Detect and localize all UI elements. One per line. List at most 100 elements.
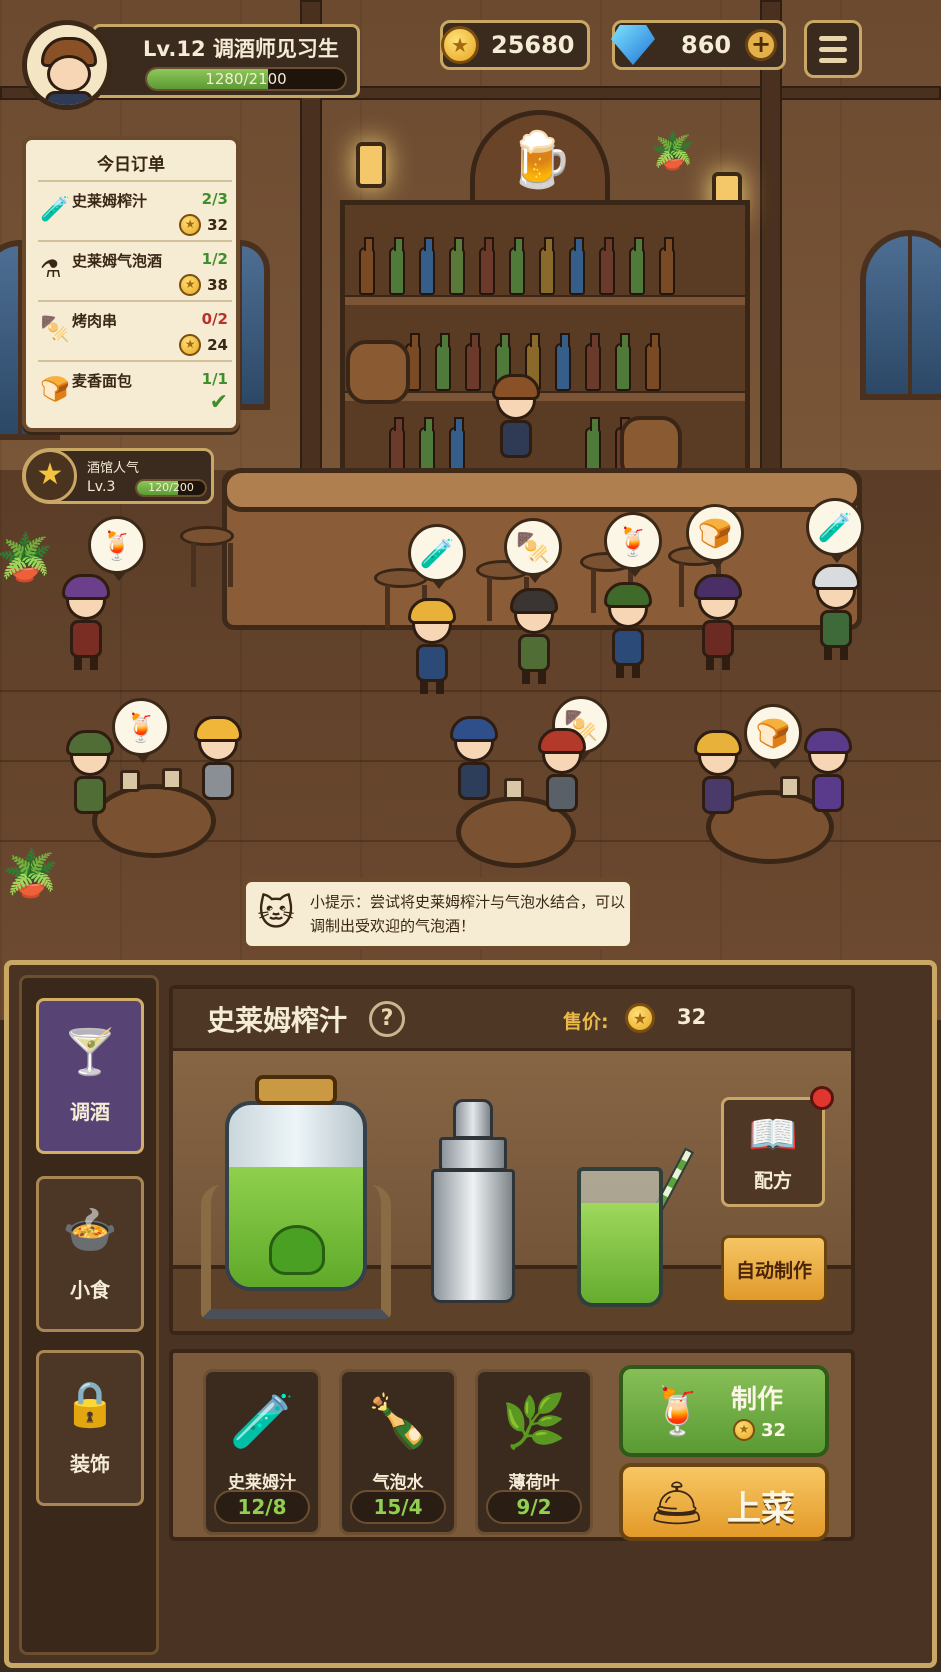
customer-character[interactable] [58, 574, 114, 670]
tab-mixology[interactable]: 🍸 调酒 [36, 998, 144, 1154]
cat-icon: 🐱 [257, 893, 295, 934]
order-bubble-skewer[interactable]: 🍢 [504, 518, 562, 583]
gold-coin-icon: ★ [179, 214, 202, 236]
soda-bottle-icon: 🍾 [365, 1392, 431, 1452]
order-bubble-blue-drink[interactable]: 🧪 [408, 524, 466, 589]
potted-plant: 🪴 [2, 846, 60, 900]
order-reward: ★ 24 [179, 334, 228, 356]
chef-hat-icon: 🍲 [62, 1204, 118, 1256]
order-bubble-blue-drink[interactable]: 🧪 [806, 498, 864, 563]
customer-character[interactable] [690, 730, 746, 826]
price-label: 售价: [563, 1011, 609, 1033]
tavern-popularity[interactable]: ★ 酒馆人气 Lv.3 120/200 [22, 448, 214, 504]
beer-mug-sign: 🍺 [470, 110, 610, 210]
tab-label: 调酒 [70, 1099, 110, 1124]
lock-icon: 🔒 [62, 1378, 118, 1430]
player-level-title: Lv.12 调酒师见习生 [143, 37, 339, 61]
tab-decoration[interactable]: 🔒 装饰 [36, 1350, 144, 1506]
order-bubble-bread[interactable]: 🍞 [686, 504, 744, 569]
tab-label: 装饰 [70, 1451, 110, 1476]
gold-coin-icon: ★ [441, 26, 479, 64]
customer-character[interactable] [446, 716, 502, 812]
wall-lantern [356, 142, 386, 188]
customer-character[interactable] [534, 728, 590, 824]
player-info-panel[interactable]: Lv.12 调酒师见习生 1280/2100 [22, 20, 360, 110]
customer-character[interactable] [62, 730, 118, 826]
player-avatar[interactable] [22, 20, 112, 110]
menu-button[interactable] [804, 20, 862, 78]
order-item[interactable]: 🍢 烤肉串 0/2 ★ 24 [38, 300, 232, 358]
order-progress: 0/2 [201, 310, 228, 328]
mint-leaf-icon: 🌿 [501, 1392, 567, 1452]
recipe-display: 史莱姆榨汁 ? 售价: ★ 32 📖 配方 自动制作 [169, 985, 855, 1335]
service-bell-icon: 🛎 [649, 1478, 705, 1529]
customer-character[interactable] [800, 728, 856, 824]
popularity-level: Lv.3 [87, 479, 116, 495]
add-gems-button[interactable]: + [745, 29, 777, 61]
xp-progress-text: 1280/2100 [205, 70, 287, 88]
tab-snacks[interactable]: 🍲 小食 [36, 1176, 144, 1332]
popularity-progress-bar: 120/200 [135, 479, 207, 497]
green-drink-glass[interactable] [577, 1137, 695, 1307]
auto-craft-button[interactable]: 自动制作 [721, 1235, 827, 1303]
orders-title: 今日订单 [97, 155, 165, 175]
make-cost: ★ 32 [733, 1419, 786, 1441]
hint-tooltip: 🐱 小提示：尝试将史莱姆榨汁与气泡水结合，可以调制出受欢迎的气泡酒！ [242, 878, 634, 950]
cocktail-shaker[interactable] [425, 1099, 521, 1307]
ingredient-tray: 🧪 史莱姆汁 12/8 🍾 气泡水 15/4 🌿 薄荷叶 9/2 🍹 制作 ★ … [169, 1349, 855, 1541]
make-label: 制作 [731, 1385, 784, 1415]
order-bubble-green-drink[interactable]: 🍹 [604, 512, 662, 577]
skewer-icon: 🍢 [40, 315, 70, 343]
bread-icon: 🍞 [40, 375, 70, 403]
recipe-book-button[interactable]: 📖 配方 [721, 1086, 834, 1207]
customer-character[interactable] [600, 582, 656, 678]
xp-progress-bar: 1280/2100 [145, 67, 347, 91]
order-name: 史莱姆榨汁 [72, 192, 148, 210]
order-reward-value: 32 [207, 216, 228, 234]
customer-character[interactable] [690, 574, 746, 670]
checkmark-icon: ✔ [209, 390, 228, 415]
customer-character[interactable] [506, 588, 562, 684]
gold-counter: ★ 25680 [440, 20, 590, 70]
crafting-panel: 🍸 调酒 🍲 小食 🔒 装饰 史莱姆榨汁 ? 售价: ★ 32 📖 配方 自动制… [4, 960, 937, 1668]
customer-character[interactable] [190, 716, 246, 812]
mug [120, 770, 140, 792]
customer-character[interactable] [808, 564, 864, 660]
price-value: 32 [677, 1005, 707, 1029]
potted-plant: 🪴 [0, 530, 54, 584]
order-item[interactable]: 🧪 史莱姆榨汁 2/3 ★ 32 [38, 180, 232, 238]
order-reward: ★ 38 [179, 274, 228, 296]
gold-coin-icon: ★ [179, 274, 202, 296]
order-reward: ★ 32 [179, 214, 228, 236]
order-progress: 2/3 [201, 190, 228, 208]
order-item[interactable]: 🍞 麦香面包 1/1 ✔ [38, 360, 232, 418]
slime-juicer-jar[interactable] [201, 1075, 391, 1323]
green-drink-icon: 🍹 [649, 1384, 707, 1438]
hint-text: 小提示：尝试将史莱姆榨汁与气泡水结合，可以调制出受欢迎的气泡酒！ [310, 893, 626, 935]
make-button[interactable]: 🍹 制作 ★ 32 [619, 1365, 829, 1457]
gem-counter: 860 + [611, 20, 786, 70]
daily-orders-panel: 今日订单 🧪 史莱姆榨汁 2/3 ★ 32 ⚗ 史莱姆气泡酒 1/2 ★ 38 🍢 … [22, 136, 240, 432]
recipe-book-icon: 📖 [748, 1111, 798, 1158]
order-item[interactable]: ⚗ 史莱姆气泡酒 1/2 ★ 38 [38, 240, 232, 298]
make-cost-value: 32 [761, 1419, 787, 1441]
order-bubble-green-drink[interactable]: 🍹 [88, 516, 146, 581]
mug [162, 768, 182, 790]
order-name: 史莱姆气泡酒 [72, 252, 163, 270]
help-button[interactable]: ? [369, 1001, 405, 1037]
keg-barrel [346, 340, 410, 404]
slime-flask-icon: 🧪 [229, 1392, 295, 1452]
customer-character[interactable] [404, 598, 460, 694]
order-bubble-green-drink[interactable]: 🍹 [112, 698, 170, 763]
bartender-character [488, 374, 544, 470]
order-bubble-bread[interactable]: 🍞 [744, 704, 802, 769]
mug [504, 778, 524, 800]
recipe-book-label: 配方 [753, 1169, 792, 1192]
ingredient-count: 12/8 [214, 1490, 310, 1524]
ingredient-slot[interactable]: 🍾 气泡水 15/4 [339, 1369, 457, 1535]
ingredient-slot[interactable]: 🧪 史莱姆汁 12/8 [203, 1369, 321, 1535]
serve-button[interactable]: 🛎 上菜 [619, 1463, 829, 1541]
ingredient-slot[interactable]: 🌿 薄荷叶 9/2 [475, 1369, 593, 1535]
order-name: 麦香面包 [72, 372, 133, 390]
recipe-name: 史莱姆榨汁 [207, 1004, 348, 1037]
